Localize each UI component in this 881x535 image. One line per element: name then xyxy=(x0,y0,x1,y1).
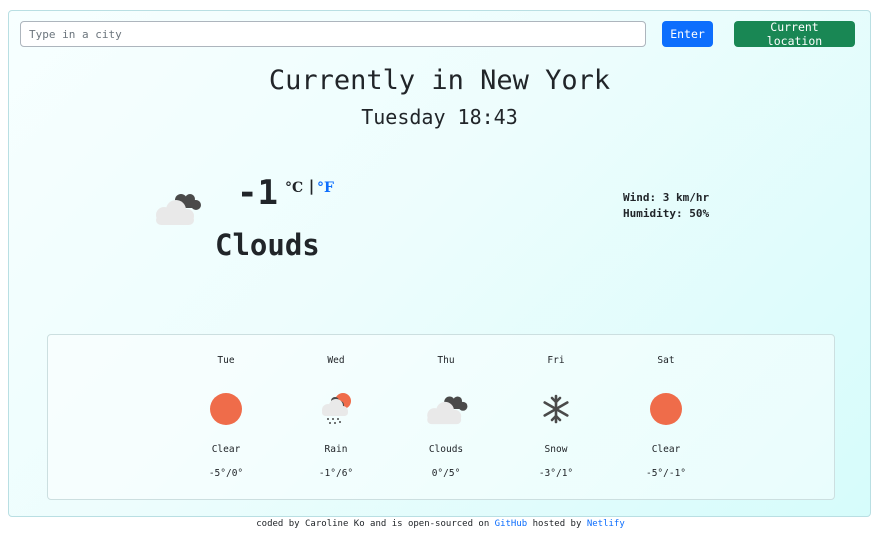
current-temperature: -1 xyxy=(237,173,278,213)
footer-text-hosted: hosted by xyxy=(532,519,582,529)
forecast-description: Clouds xyxy=(428,444,464,455)
forecast-description: Snow xyxy=(544,444,568,455)
forecast-day-name: Sat xyxy=(657,355,675,366)
forecast-day-name: Fri xyxy=(547,355,565,366)
forecast-temperatures: 0°/5° xyxy=(431,468,461,479)
forecast-temperatures: -5°/-1° xyxy=(645,468,687,479)
sun-icon xyxy=(650,393,682,425)
page-title: Currently in New York xyxy=(268,65,611,96)
forecast-day-name: Tue xyxy=(217,355,235,366)
forecast-day: Thu Clouds 0°/5° xyxy=(406,335,486,501)
forecast-description: Clear xyxy=(211,444,241,455)
forecast-day-name: Thu xyxy=(437,355,455,366)
forecast-day: Tue Clear -5°/0° xyxy=(186,335,266,501)
rain-icon xyxy=(322,393,351,424)
netlify-link[interactable]: Netlify xyxy=(587,519,625,529)
current-datetime: Tuesday 18:43 xyxy=(361,105,518,129)
footer-text: coded by Caroline Ko and is open-sourced… xyxy=(256,519,490,529)
current-location-button[interactable]: Current location xyxy=(734,20,855,48)
forecast-panel: Tue Clear -5°/0° Wed Rain -1°/6° Thu Clo… xyxy=(47,334,835,500)
wind-speed: Wind: 3 km/hr xyxy=(623,191,710,204)
weather-details: Wind: 3 km/hr Humidity: 50% xyxy=(623,190,709,222)
forecast-day: Fri Snow -3°/1° xyxy=(516,335,596,501)
clouds-icon xyxy=(427,396,468,425)
fahrenheit-unit-link[interactable]: °F xyxy=(317,180,334,196)
city-search-input[interactable] xyxy=(20,21,646,47)
forecast-temperatures: -1°/6° xyxy=(318,468,354,479)
sun-icon xyxy=(210,393,242,425)
snowflake-icon xyxy=(543,394,569,424)
forecast-description: Rain xyxy=(324,444,348,455)
footer: coded by Caroline Ko and is open-sourced… xyxy=(0,519,881,529)
humidity: Humidity: 50% xyxy=(623,207,710,220)
forecast-day: Sat Clear -5°/-1° xyxy=(626,335,706,501)
unit-separator: | xyxy=(307,177,317,195)
celsius-unit-link[interactable]: °C xyxy=(285,180,303,196)
forecast-day: Wed Rain -1°/6° xyxy=(296,335,376,501)
forecast-day-name: Wed xyxy=(327,355,345,366)
enter-button[interactable]: Enter xyxy=(662,21,713,47)
forecast-temperatures: -5°/0° xyxy=(208,468,244,479)
forecast-temperatures: -3°/1° xyxy=(538,468,574,479)
clouds-icon xyxy=(156,194,201,225)
current-description: Clouds xyxy=(215,228,320,262)
github-link[interactable]: GitHub xyxy=(495,519,528,529)
forecast-description: Clear xyxy=(651,444,681,455)
weather-card: Enter Current location Currently in New … xyxy=(8,10,871,517)
